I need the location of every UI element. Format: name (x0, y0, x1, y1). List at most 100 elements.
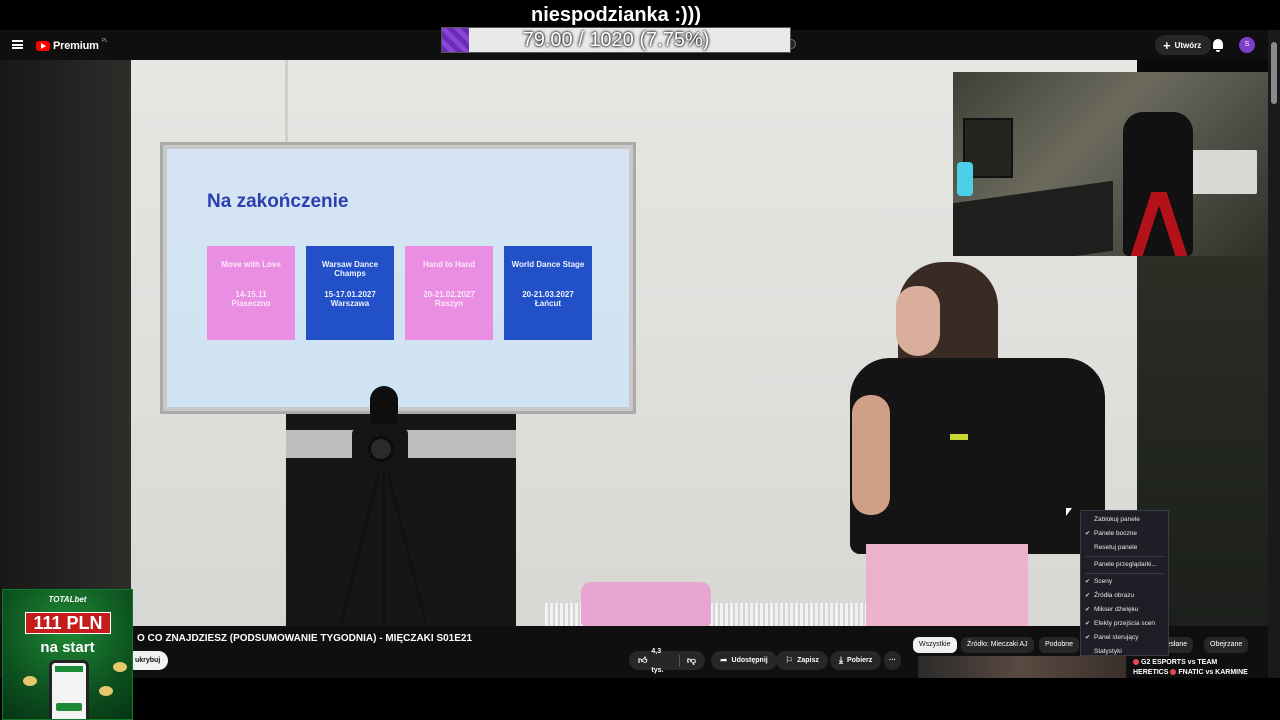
event-dates: 14-15.11 (235, 290, 267, 299)
menu-item-label: Źródła obrazu (1094, 592, 1135, 599)
menu-item-stats[interactable]: Statystyki (1081, 645, 1168, 659)
phone-button (56, 703, 82, 711)
share-icon: ➦ (720, 655, 728, 665)
notifications-bell-icon[interactable] (1213, 39, 1223, 52)
menu-item-audio-mixer[interactable]: ✔ Mikser dźwięku (1081, 603, 1168, 617)
download-button[interactable]: ⤓ Pobierz (830, 651, 882, 670)
chip-all[interactable]: Wszystkie (913, 637, 957, 653)
webcam-desk (953, 180, 1113, 256)
menu-item-scene-transitions[interactable]: ✔ Efekty przejścia scen (1081, 617, 1168, 631)
menu-item-lock-docks[interactable]: Zablokuj panele (1081, 513, 1168, 527)
presenter-shirt-logo (950, 434, 968, 440)
live-dot-icon (1170, 669, 1177, 675)
save-button[interactable]: ⚐ Zapisz (776, 651, 828, 670)
presenter-pants (866, 544, 1028, 626)
video-title: O CO ZNAJDZIESZ (PODSUMOWANIE TYGODNIA) … (137, 633, 473, 644)
event-dates: 20-21.03.2027 (522, 290, 574, 299)
like-count[interactable]: 4,3 tys. (651, 642, 672, 680)
event-dates: 15-17.01.2027 (324, 290, 376, 299)
logo-text: Premium (53, 40, 99, 52)
rec-line1: G2 ESPORTS vs TEAM (1141, 659, 1218, 666)
menu-item-browser-docks[interactable]: Panele przeglądarki... (1081, 558, 1168, 572)
tripod-leg (382, 470, 385, 626)
thumbs-up-icon[interactable]: 👍︎ (638, 651, 647, 670)
check-icon: ✔ (1085, 531, 1091, 537)
recommended-video-thumbnail[interactable] (918, 656, 1126, 678)
presentation-slide: Na zakończenie Move with Love 14-15.11 P… (167, 149, 629, 407)
menu-separator (1085, 573, 1164, 574)
coin-icon (113, 662, 127, 672)
scrollbar-thumb[interactable] (1271, 42, 1277, 104)
event-card: Move with Love 14-15.11 Piaseczno (207, 246, 295, 340)
event-place: Warszawa (330, 299, 370, 309)
wall-seam (285, 60, 288, 150)
menu-item-sources[interactable]: ✔ Źródła obrazu (1081, 589, 1168, 603)
youtube-premium-logo[interactable]: Premium PL (36, 38, 108, 52)
download-icon: ⤓ (839, 655, 843, 665)
check-icon: ✔ (1085, 593, 1091, 599)
hamburger-menu-icon[interactable] (12, 40, 23, 49)
ad-bonus-amount: 111 PLN (25, 612, 111, 634)
menu-item-label: Mikser dźwięku (1094, 606, 1139, 613)
ad-brand: TOTALbet (48, 595, 87, 604)
ad-subtitle: na start (40, 639, 95, 656)
webcam-radiator (1185, 150, 1257, 194)
webcam-gaming-chair (1123, 112, 1193, 256)
menu-item-reset-docks[interactable]: Resetuj panele (1081, 541, 1168, 555)
event-name: Move with Love (221, 260, 281, 269)
menu-item-label: Zablokuj panele (1094, 516, 1140, 523)
menu-item-label: Statystyki (1094, 648, 1122, 655)
ad-phone-image (49, 660, 89, 719)
avatar[interactable]: S (1239, 37, 1255, 53)
live-dot-icon (1133, 659, 1139, 665)
mouse-cursor-icon (1066, 508, 1072, 516)
check-icon: ✔ (1085, 621, 1091, 627)
like-divider (679, 654, 680, 667)
menu-item-label: Panele boczne (1094, 530, 1138, 537)
donation-goal-bar: 79.00 / 1020 (7.75%) (441, 27, 791, 53)
video-scene-left-room (0, 60, 131, 626)
menu-item-controls[interactable]: ✔ Panel sterujący (1081, 631, 1168, 645)
chip-related[interactable]: Podobne (1039, 637, 1080, 653)
bookmark-icon: ⚐ (785, 655, 794, 665)
thumbs-down-icon[interactable]: 👎︎ (687, 651, 696, 670)
youtube-play-icon (36, 41, 50, 51)
menu-item-label: Panel sterujący (1094, 634, 1139, 641)
camera-microphone (370, 386, 398, 424)
create-button[interactable]: + Utwórz (1155, 35, 1212, 55)
docks-context-menu: Zablokuj panele ✔ Panele boczne Resetuj p… (1080, 510, 1169, 656)
menu-item-label: Resetuj panele (1094, 544, 1138, 551)
menu-item-scenes[interactable]: ✔ Sceny (1081, 575, 1168, 589)
like-dislike-group: 👍︎ 4,3 tys. 👎︎ (629, 648, 705, 674)
more-icon: ··· (889, 657, 896, 664)
save-label: Zapisz (797, 657, 819, 664)
video-player[interactable]: Na zakończenie Move with Love 14-15.11 P… (0, 60, 1268, 626)
page-scrollbar[interactable] (1268, 30, 1280, 678)
menu-item-side-docks[interactable]: ✔ Panele boczne (1081, 527, 1168, 541)
event-card: Hand to Hand 20-21.02.2027 Raszyn (405, 246, 493, 340)
event-card: Warsaw Dance Champs 15-17.01.2027 Warsza… (306, 246, 394, 340)
check-icon: ✔ (1085, 635, 1091, 641)
event-place: Raszyn (434, 299, 463, 309)
check-icon: ✔ (1085, 607, 1091, 613)
sponsor-ad-totalbet: TOTALbet 111 PLN na start (2, 589, 133, 720)
pink-bag (581, 582, 711, 626)
chip-source[interactable]: Źródło: Mieczaki AJ (961, 637, 1034, 653)
menu-item-label: Efekty przejścia scen (1094, 620, 1156, 627)
chip-watched[interactable]: Obejrzane (1204, 637, 1249, 653)
presenter-face (896, 286, 940, 356)
share-button[interactable]: ➦ Udostępnij (711, 651, 777, 670)
menu-separator (1085, 556, 1164, 557)
menu-item-label: Panele przeglądarki... (1094, 561, 1157, 568)
more-actions-button[interactable]: ··· (884, 651, 901, 670)
video-info-bar: O CO ZNAJDZIESZ (PODSUMOWANIE TYGODNIA) … (0, 626, 1268, 678)
logo-region: PL (101, 38, 108, 44)
phone-header (55, 666, 83, 672)
download-label: Pobierz (846, 657, 873, 664)
donation-goal-text: 79.00 / 1020 (7.75%) (522, 29, 710, 51)
recommended-video-title[interactable]: G2 ESPORTS vs TEAM HERETICS FNATIC vs KA… (1133, 658, 1248, 678)
event-dates: 20-21.02.2027 (423, 290, 475, 299)
slide-title: Na zakończenie (207, 191, 349, 212)
video-camera (352, 428, 408, 472)
create-button-label: Utwórz (1174, 40, 1202, 50)
